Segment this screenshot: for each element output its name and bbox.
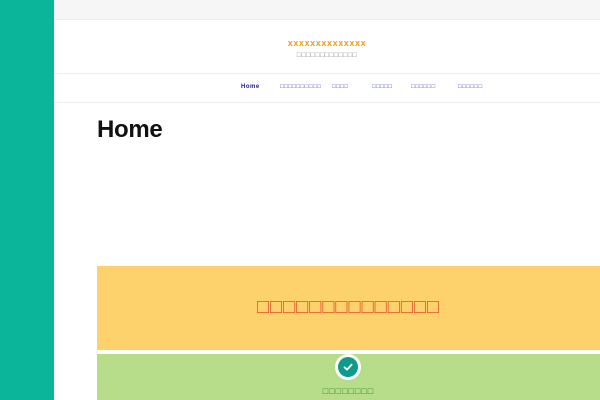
green-block-heading: □□□□□□□□ [322, 386, 375, 396]
nav-item-home[interactable]: Home [241, 84, 260, 90]
nav-item-5[interactable]: □□□□□□ [411, 84, 436, 90]
top-bar [54, 0, 600, 20]
nav-item-2[interactable]: □□□□□□□□□□ [280, 84, 321, 90]
nav-item-3[interactable]: □□□□ [332, 84, 349, 90]
page: xxxxxxxxxxxxxx □□□□□□□□□□□□□ Home □□□□□□… [54, 0, 600, 400]
site-title[interactable]: xxxxxxxxxxxxxx [54, 38, 600, 48]
nav-item-6[interactable]: □□□□□□ [458, 84, 483, 90]
page-title: Home [97, 116, 163, 143]
site-tagline: □□□□□□□□□□□□□ [296, 52, 358, 59]
nav-item-4[interactable]: □□□□□ [372, 84, 393, 90]
green-content-block: □□□□□□□□ [97, 354, 600, 400]
left-sidebar-band [0, 0, 54, 400]
main-navigation: Home □□□□□□□□□□ □□□□ □□□□□ □□□□□□ □□□□□□ [54, 75, 600, 103]
yellow-content-block: □□□□□□□□□□□□□□ [97, 266, 600, 350]
checkmark-circle-icon [335, 354, 361, 380]
yellow-block-heading: □□□□□□□□□□□□□□ [256, 296, 441, 318]
site-title-text[interactable]: xxxxxxxxxxxxxx [288, 38, 366, 48]
site-header: xxxxxxxxxxxxxx □□□□□□□□□□□□□ [54, 20, 600, 74]
